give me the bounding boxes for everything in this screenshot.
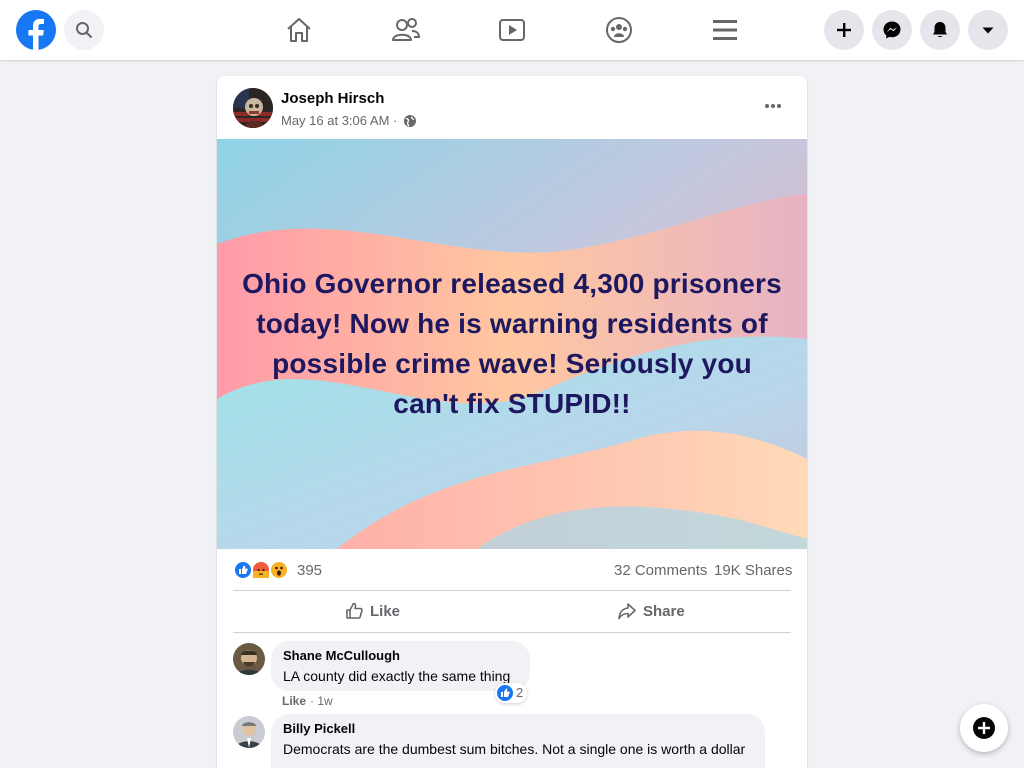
create-button[interactable] xyxy=(824,10,864,50)
post-meta: May 16 at 3:06 AM · xyxy=(281,113,397,128)
divider xyxy=(233,590,791,591)
like-button[interactable]: Like xyxy=(345,594,435,630)
globe-icon xyxy=(404,115,416,127)
post-timestamp[interactable]: May 16 at 3:06 AM xyxy=(281,113,389,128)
comment-bubble: Billy Pickell Democrats are the dumbest … xyxy=(271,714,765,768)
groups-tab[interactable] xyxy=(603,14,635,46)
comment-time[interactable]: · 1w xyxy=(310,694,333,708)
commenter-name[interactable]: Shane McCullough xyxy=(283,648,400,663)
share-label: Share xyxy=(643,603,685,620)
comment-reaction-badge[interactable]: 2 xyxy=(495,683,527,703)
new-message-icon xyxy=(973,717,995,739)
post-author-name[interactable]: Joseph Hirsch xyxy=(281,90,384,107)
watch-tab[interactable] xyxy=(496,14,528,46)
search-button[interactable] xyxy=(64,10,104,50)
watch-icon xyxy=(499,19,525,41)
post-options-button[interactable] xyxy=(757,90,789,122)
share-button[interactable]: Share xyxy=(617,594,717,630)
comment-like-link[interactable]: Like xyxy=(282,694,306,708)
like-reaction-icon xyxy=(497,685,513,701)
shares-count[interactable]: 19K Shares xyxy=(714,562,792,579)
menu-tab[interactable] xyxy=(709,14,741,46)
more-options-icon xyxy=(765,104,781,108)
reaction-count[interactable]: 395 xyxy=(297,562,322,579)
comment-text: LA county did exactly the same thing xyxy=(283,668,511,684)
author-avatar[interactable] xyxy=(233,88,273,128)
create-icon xyxy=(837,23,851,37)
commenter-avatar[interactable] xyxy=(233,643,265,675)
messenger-icon xyxy=(883,21,901,39)
notifications-icon xyxy=(933,22,947,38)
thumbs-up-icon xyxy=(346,602,363,619)
account-dropdown-icon xyxy=(982,27,994,34)
divider xyxy=(233,632,791,633)
wow-reaction-icon xyxy=(269,560,289,580)
commenter-avatar[interactable] xyxy=(233,716,265,748)
groups-icon xyxy=(606,17,632,43)
account-dropdown-button[interactable] xyxy=(968,10,1008,50)
search-icon xyxy=(76,22,92,38)
comments-count[interactable]: 32 Comments xyxy=(614,562,707,579)
angry-reaction-icon xyxy=(251,560,271,580)
notifications-button[interactable] xyxy=(920,10,960,50)
new-message-button[interactable] xyxy=(960,704,1008,752)
post-image[interactable]: Ohio Governor released 4,300 prisoners t… xyxy=(217,139,807,549)
like-reaction-icon xyxy=(233,560,253,580)
friends-tab[interactable] xyxy=(390,14,422,46)
meta-separator: · xyxy=(393,113,398,128)
comment-reaction-count: 2 xyxy=(516,685,524,700)
home-icon xyxy=(287,18,311,42)
commenter-name[interactable]: Billy Pickell xyxy=(283,721,355,736)
share-icon xyxy=(618,603,636,620)
image-caption-text: Ohio Governor released 4,300 prisoners t… xyxy=(242,268,782,419)
friends-icon xyxy=(392,18,421,41)
like-label: Like xyxy=(370,603,401,620)
home-tab[interactable] xyxy=(283,14,315,46)
comment-bubble: Shane McCullough LA county did exactly t… xyxy=(271,641,530,691)
comment-text: Democrats are the dumbest sum bitches. N… xyxy=(283,741,746,757)
top-navigation-bar xyxy=(0,0,1024,60)
feed-post: Joseph Hirsch May 16 at 3:06 AM · Ohio G… xyxy=(217,76,807,768)
menu-icon xyxy=(713,20,737,40)
facebook-logo-icon[interactable] xyxy=(16,10,56,50)
messenger-button[interactable] xyxy=(872,10,912,50)
